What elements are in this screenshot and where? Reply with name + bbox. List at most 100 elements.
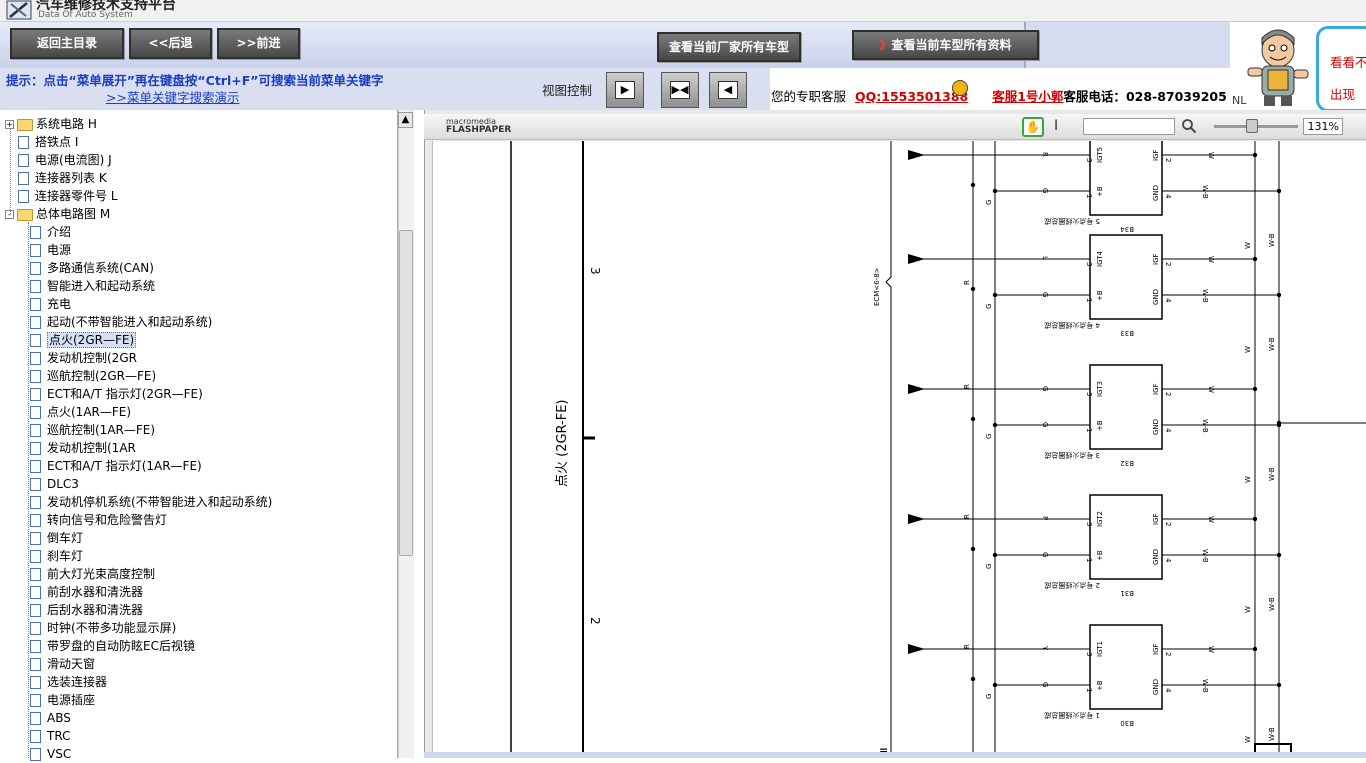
- document-icon: [30, 532, 41, 545]
- tree-item[interactable]: 多路通信系统(CAN): [30, 259, 154, 277]
- coil-name-label: 5 号点火线圈总成: [1044, 217, 1100, 226]
- document-icon: [30, 568, 41, 581]
- tree-item[interactable]: 倒车灯: [30, 529, 83, 547]
- tree-item[interactable]: 选装连接器: [30, 673, 107, 691]
- zoom-level-input[interactable]: 131%: [1303, 118, 1343, 135]
- qq-link[interactable]: QQ:1553501388: [855, 89, 968, 104]
- hand-tool-icon[interactable]: ✋: [1022, 117, 1044, 137]
- tree-item[interactable]: 发动机控制(1AR: [30, 439, 136, 457]
- wire-color-label: W: [1244, 606, 1252, 613]
- tree-item[interactable]: 连接器列表 K: [5, 169, 107, 187]
- tree-item[interactable]: 点火(1AR—FE): [30, 403, 131, 421]
- split-arrows-icon: ▶◀: [670, 81, 690, 99]
- tree-item[interactable]: 后刮水器和清洗器: [30, 601, 143, 619]
- phone-number: 028-87039205: [1125, 89, 1227, 104]
- pin-label: +B: [1096, 420, 1104, 431]
- zoom-slider-handle[interactable]: [1246, 119, 1258, 133]
- junction-dot: [970, 416, 976, 422]
- tree-item[interactable]: 智能进入和起动系统: [30, 277, 155, 295]
- tree-item[interactable]: + 系统电路 H: [5, 115, 97, 133]
- page-mark: 2: [588, 617, 602, 625]
- tree-item-label: 刹车灯: [47, 549, 84, 563]
- tree-item[interactable]: 时钟(不带多功能显示屏): [30, 619, 176, 637]
- flashpaper-search-input[interactable]: [1083, 118, 1175, 135]
- tree-item[interactable]: 搭铁点 I: [5, 133, 78, 151]
- wiring-diagram: 3 2 点火 (2GR-FE) ECM<6-8> IGT5 +B IGF GND 3 1 2 4 R G W…: [510, 141, 1366, 758]
- tree-item[interactable]: 起动(不带智能进入和起动系统): [30, 313, 212, 331]
- tree-item[interactable]: 转向信号和危险警告灯: [30, 511, 167, 529]
- tree-item[interactable]: - 总体电路图 M: [5, 205, 110, 223]
- tree-item[interactable]: 滑动天窗: [30, 655, 95, 673]
- document-icon: [30, 226, 41, 239]
- document-icon: [30, 478, 41, 491]
- document-page: 3 2 点火 (2GR-FE) ECM<6-8> IGT5 +B IGF GND 3 1 2 4 R G W…: [432, 141, 1366, 758]
- junction-dot: [1276, 420, 1282, 426]
- wire-color-label: G: [985, 200, 993, 205]
- tree-item[interactable]: ABS: [30, 709, 71, 727]
- pin-number: 4: [1164, 688, 1172, 693]
- tree-item[interactable]: 巡航控制(2GR—FE): [30, 367, 156, 385]
- text-select-icon[interactable]: I: [1054, 118, 1058, 134]
- tree-item-label: 选装连接器: [47, 675, 108, 689]
- diagram-title: 点火 (2GR-FE): [555, 399, 570, 487]
- tree-item[interactable]: ECT和A/T 指示灯(1AR—FE): [30, 457, 202, 475]
- tree-item[interactable]: 充电: [30, 295, 71, 313]
- wire-color-label: W-B: [1268, 233, 1276, 247]
- pin-number: 1: [1085, 558, 1093, 562]
- back-button[interactable]: <<后退: [129, 28, 212, 59]
- scroll-up-icon[interactable]: ▲: [398, 112, 413, 128]
- tree-item-label: 发动机控制(1AR: [47, 441, 136, 455]
- wire-color-label: G: [985, 434, 993, 439]
- tree-item[interactable]: 介绍: [30, 223, 71, 241]
- service-agent-link[interactable]: 客服1号小郭: [992, 89, 1063, 104]
- wire-color-label: G: [1041, 386, 1049, 391]
- page-mark: 3: [588, 267, 602, 275]
- wire-color-label: R: [963, 644, 971, 649]
- tree-item[interactable]: 电源(电流图) J: [5, 151, 112, 169]
- tree-item[interactable]: 发动机控制(2GR: [30, 349, 137, 367]
- view-manufacturer-models-button[interactable]: 查看当前厂家所有车型: [657, 32, 801, 62]
- tree-item[interactable]: VSC: [30, 745, 71, 763]
- view-expand-left-button[interactable]: ◀: [709, 72, 747, 108]
- document-icon: [30, 298, 41, 311]
- tree-item[interactable]: TRC: [30, 727, 70, 745]
- tree-item[interactable]: 电源插座: [30, 691, 95, 709]
- pin-number: 3: [1085, 652, 1093, 656]
- tree-item[interactable]: 前刮水器和清洗器: [30, 583, 143, 601]
- view-split-button[interactable]: ▶◀: [661, 72, 699, 108]
- forward-button[interactable]: >>前进: [217, 28, 300, 59]
- coil-id-label: B31: [1120, 589, 1134, 597]
- document-icon: [18, 190, 29, 203]
- tree-scroll-thumb[interactable]: [399, 230, 413, 556]
- viewer-bottom-strip: [424, 752, 1366, 758]
- view-model-all-docs-button[interactable]: 》查看当前车型所有资料: [852, 30, 1039, 60]
- qq-penguin-icon[interactable]: [952, 80, 968, 96]
- wire-color-label: R: [963, 384, 971, 389]
- tree-item-label: 转向信号和危险警告灯: [47, 513, 168, 527]
- tree-item[interactable]: 电源: [30, 241, 71, 259]
- tree-item[interactable]: DLC3: [30, 475, 79, 493]
- pin-number: 1: [1085, 428, 1093, 432]
- tree-item[interactable]: 连接器零件号 L: [5, 187, 118, 205]
- pin-label: IGT1: [1096, 641, 1104, 657]
- view-expand-right-button[interactable]: ▶: [606, 72, 644, 108]
- pin-label: GND: [1152, 185, 1160, 201]
- tree-item[interactable]: ECT和A/T 指示灯(2GR—FE): [30, 385, 203, 403]
- tree-item-label: 电源插座: [47, 693, 96, 707]
- ecm-label: ECM<6-8>: [873, 267, 881, 306]
- junction-dot: [970, 182, 976, 188]
- tree-item[interactable]: 刹车灯: [30, 547, 83, 565]
- search-demo-link[interactable]: >>菜单关键字搜索演示: [106, 87, 239, 106]
- document-icon: [30, 244, 41, 257]
- tree-item[interactable]: 前大灯光束高度控制: [30, 565, 155, 583]
- ad-line-2: 出现: [1330, 87, 1356, 102]
- tree-item[interactable]: 点火(2GR—FE): [30, 331, 137, 349]
- home-button[interactable]: 返回主目录: [10, 28, 124, 59]
- search-icon[interactable]: [1181, 118, 1197, 134]
- tree-item-label: 点火(2GR—FE): [47, 332, 137, 348]
- tree-item[interactable]: 发动机停机系统(不带智能进入和起动系统): [30, 493, 272, 511]
- tree-item[interactable]: 带罗盘的自动防眩EC后视镜: [30, 637, 195, 655]
- tree-item[interactable]: 巡航控制(1AR—FE): [30, 421, 155, 439]
- pin-number: 1: [1085, 298, 1093, 302]
- wire-color-label: G: [985, 304, 993, 309]
